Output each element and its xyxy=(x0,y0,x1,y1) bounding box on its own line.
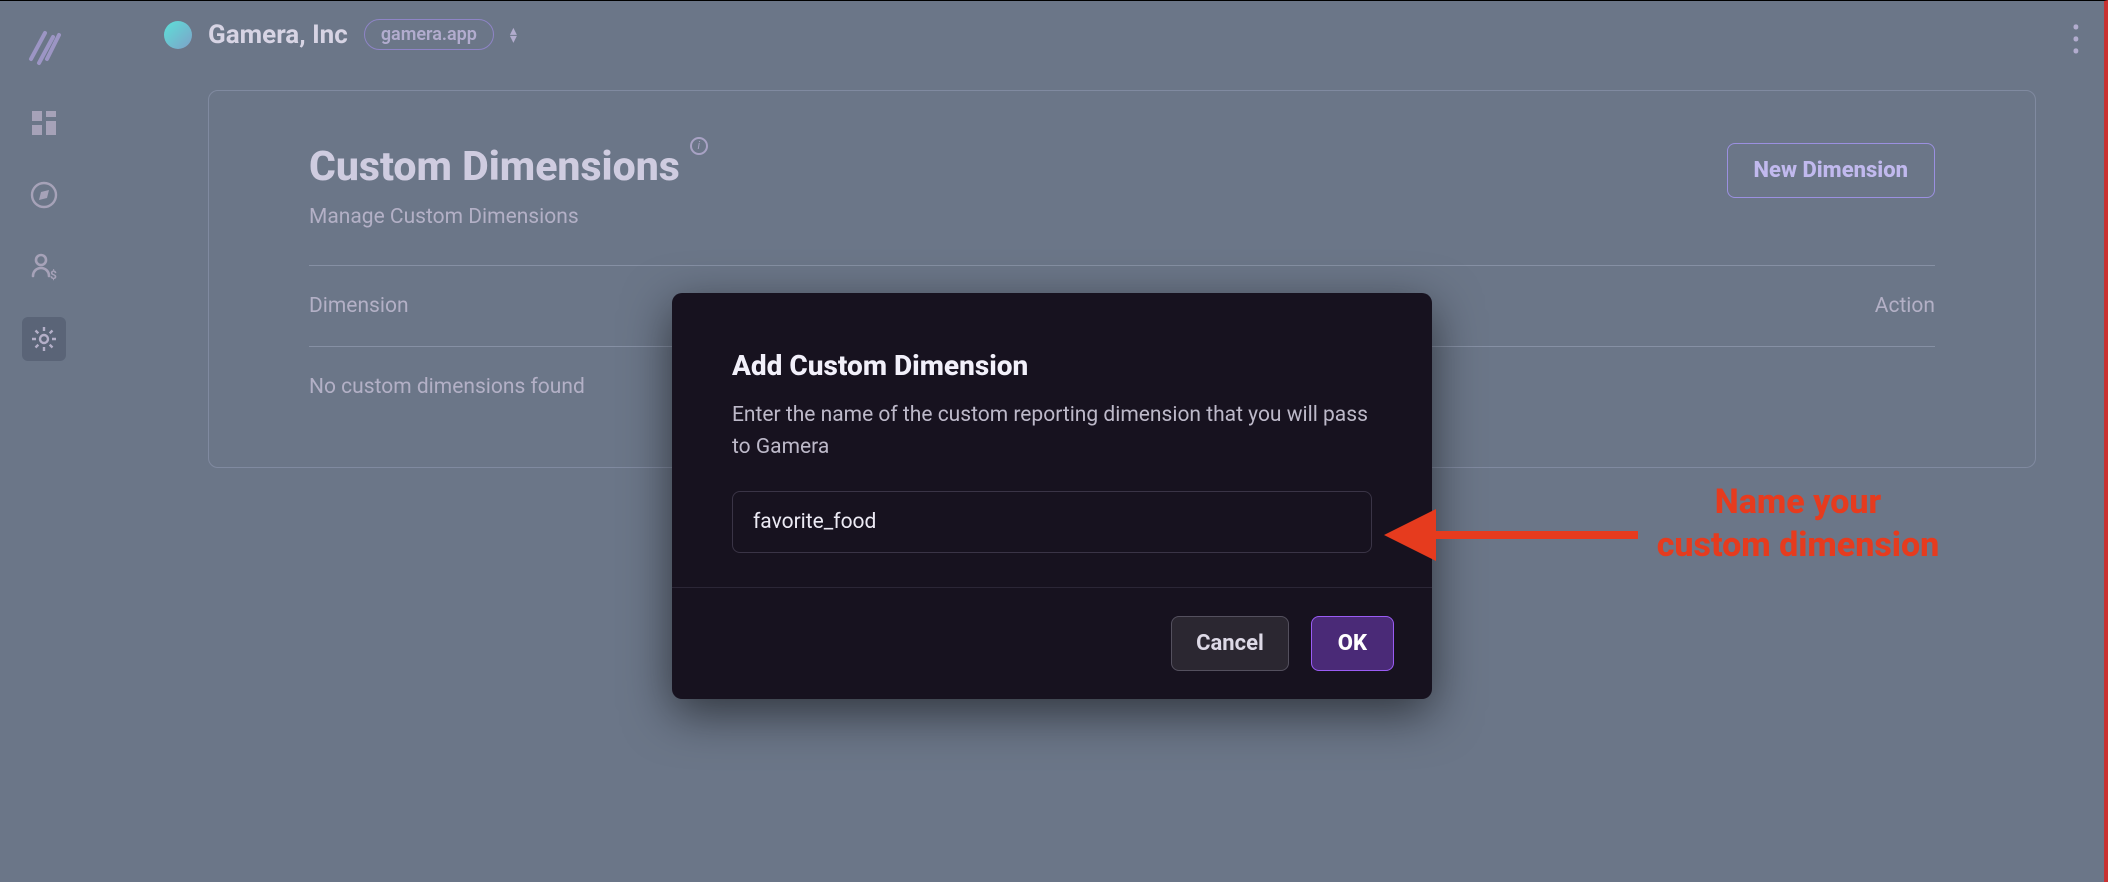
dimension-name-input-wrap[interactable] xyxy=(732,491,1372,553)
ok-button[interactable]: OK xyxy=(1311,616,1394,671)
cancel-button[interactable]: Cancel xyxy=(1171,616,1289,671)
modal-title: Add Custom Dimension xyxy=(732,349,1372,382)
modal-description: Enter the name of the custom reporting d… xyxy=(732,400,1372,463)
dimension-name-input[interactable] xyxy=(753,510,1351,534)
modal-overlay: Add Custom Dimension Enter the name of t… xyxy=(0,1,2104,882)
add-custom-dimension-modal: Add Custom Dimension Enter the name of t… xyxy=(672,293,1432,699)
